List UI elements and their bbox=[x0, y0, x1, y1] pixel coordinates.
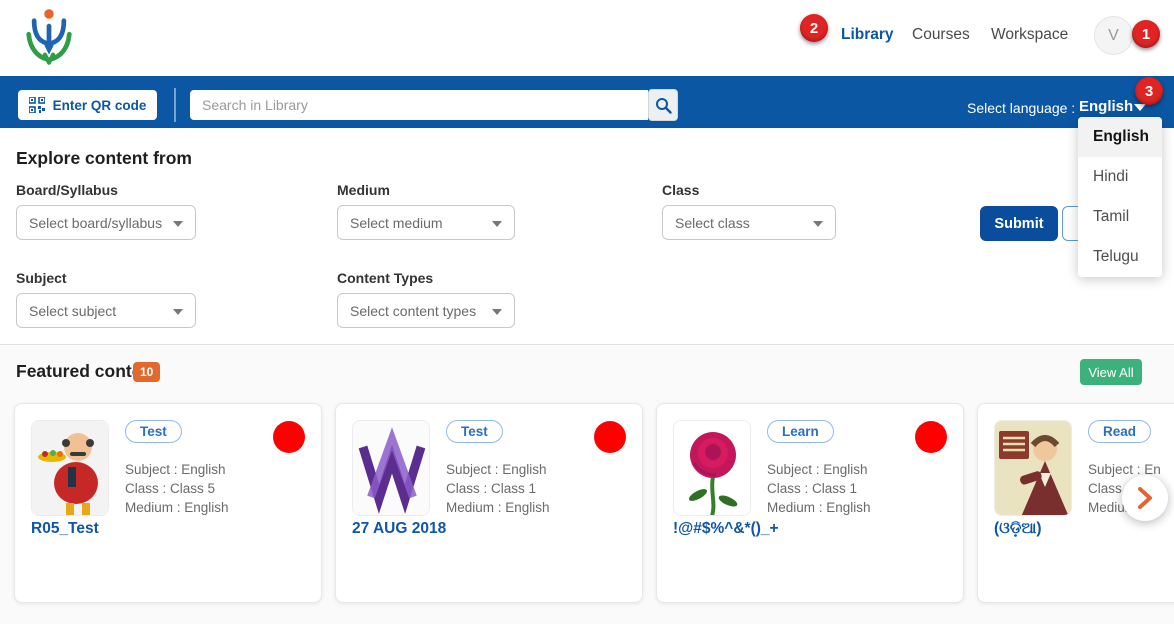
medium-select-value: Select medium bbox=[350, 215, 443, 231]
search-button[interactable] bbox=[648, 89, 678, 121]
card-thumbnail bbox=[994, 420, 1072, 516]
select-language-label: Select language : bbox=[967, 100, 1075, 116]
board-syllabus-select[interactable]: Select board/syllabus bbox=[16, 205, 196, 240]
card-thumbnail bbox=[352, 420, 430, 516]
class-select-value: Select class bbox=[675, 215, 750, 231]
status-dot bbox=[915, 421, 947, 453]
content-type-chip: Test bbox=[446, 420, 503, 443]
subject-label: Subject bbox=[16, 270, 67, 286]
chevron-right-icon bbox=[1136, 487, 1154, 509]
language-option-hindi[interactable]: Hindi bbox=[1078, 157, 1162, 197]
subject-select[interactable]: Select subject bbox=[16, 293, 196, 328]
language-option-english[interactable]: English bbox=[1078, 117, 1162, 157]
featured-count-badge: 10 bbox=[133, 362, 160, 382]
search-input[interactable] bbox=[190, 90, 648, 120]
chevron-down-icon[interactable] bbox=[1134, 104, 1146, 111]
content-types-select[interactable]: Select content types bbox=[337, 293, 515, 328]
class-select[interactable]: Select class bbox=[662, 205, 836, 240]
profile-avatar[interactable]: V bbox=[1094, 16, 1133, 55]
language-option-tamil[interactable]: Tamil bbox=[1078, 197, 1162, 237]
top-header: Library Courses Workspace V bbox=[0, 0, 1174, 76]
content-card[interactable]: Test Subject : English Class : Class 5 M… bbox=[14, 403, 322, 603]
language-dropdown-menu: English Hindi Tamil Telugu bbox=[1078, 117, 1162, 277]
content-types-label: Content Types bbox=[337, 270, 433, 286]
content-card[interactable]: Learn Subject : English Class : Class 1 … bbox=[656, 403, 964, 603]
card-title-link[interactable]: 27 AUG 2018 bbox=[352, 520, 446, 538]
chevron-down-icon bbox=[173, 221, 183, 227]
card-title-link[interactable]: R05_Test bbox=[31, 520, 99, 538]
card-thumbnail bbox=[673, 420, 751, 516]
medium-select[interactable]: Select medium bbox=[337, 205, 515, 240]
content-types-select-value: Select content types bbox=[350, 303, 476, 319]
content-type-chip: Learn bbox=[767, 420, 834, 443]
board-select-value: Select board/syllabus bbox=[29, 215, 162, 231]
submit-button[interactable]: Submit bbox=[980, 206, 1058, 241]
qr-button-label: Enter QR code bbox=[53, 98, 147, 113]
carousel-next-button[interactable] bbox=[1122, 475, 1168, 521]
view-all-button[interactable]: View All bbox=[1080, 359, 1142, 385]
enter-qr-code-button[interactable]: Enter QR code bbox=[18, 90, 157, 120]
explore-title: Explore content from bbox=[16, 148, 192, 169]
annotation-marker-1: 1 bbox=[1132, 20, 1160, 48]
content-card[interactable]: Test Subject : English Class : Class 1 M… bbox=[335, 403, 643, 603]
card-thumbnail bbox=[31, 420, 109, 516]
content-type-chip: Read bbox=[1088, 420, 1151, 443]
library-page: Library Courses Workspace V 2 1 3 Enter … bbox=[0, 0, 1174, 624]
annotation-marker-3: 3 bbox=[1135, 77, 1163, 105]
chevron-down-icon bbox=[492, 221, 502, 227]
toolbar-divider bbox=[174, 88, 176, 122]
subject-select-value: Select subject bbox=[29, 303, 116, 319]
nav-courses[interactable]: Courses bbox=[912, 26, 970, 44]
class-label: Class bbox=[662, 182, 699, 198]
card-title-link[interactable]: (ଓଡ଼ିଆ) bbox=[994, 520, 1042, 538]
content-type-chip: Test bbox=[125, 420, 182, 443]
chevron-down-icon bbox=[813, 221, 823, 227]
nav-library[interactable]: Library bbox=[841, 26, 894, 44]
card-title-link[interactable]: !@#$%^&*()_+ bbox=[673, 520, 779, 538]
annotation-marker-2: 2 bbox=[800, 14, 828, 42]
search-icon bbox=[655, 97, 672, 114]
qr-code-icon bbox=[29, 97, 45, 113]
chevron-down-icon bbox=[492, 309, 502, 315]
card-meta: Subject : English Class : Class 5 Medium… bbox=[125, 460, 229, 517]
status-dot bbox=[273, 421, 305, 453]
chevron-down-icon bbox=[173, 309, 183, 315]
status-dot bbox=[594, 421, 626, 453]
card-meta: Subject : English Class : Class 1 Medium… bbox=[767, 460, 871, 517]
language-selector[interactable]: English bbox=[1079, 98, 1133, 115]
board-syllabus-label: Board/Syllabus bbox=[16, 182, 118, 198]
card-meta: Subject : English Class : Class 1 Medium… bbox=[446, 460, 550, 517]
diksha-logo-icon bbox=[26, 6, 72, 68]
medium-label: Medium bbox=[337, 182, 390, 198]
language-option-telugu[interactable]: Telugu bbox=[1078, 237, 1162, 277]
nav-workspace[interactable]: Workspace bbox=[991, 26, 1068, 44]
